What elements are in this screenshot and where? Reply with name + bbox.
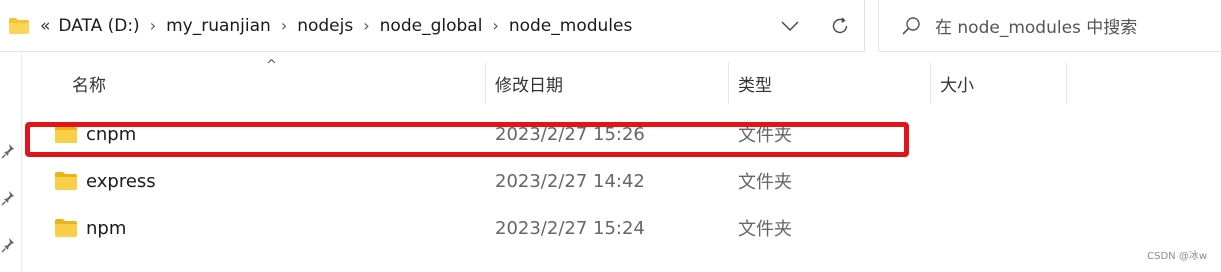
search-icon [901, 16, 921, 36]
file-row[interactable]: express 2023/2/27 14:42 文件夹 [22, 158, 1072, 204]
column-divider[interactable] [1066, 62, 1067, 104]
address-bar[interactable]: « DATA (D:) › my_ruanjian › nodejs › nod… [0, 0, 865, 52]
column-header-modified[interactable]: 修改日期 [495, 62, 727, 104]
pin-icon[interactable] [0, 142, 18, 160]
column-header-type[interactable]: 类型 [738, 62, 928, 104]
quick-access-rail [0, 52, 22, 272]
overflow-chevron-icon[interactable]: « [40, 16, 50, 36]
breadcrumb-separator[interactable]: › [363, 16, 369, 35]
folder-icon [55, 172, 77, 190]
breadcrumb-item-node-global[interactable]: node_global [380, 16, 483, 36]
pin-icon[interactable] [0, 236, 18, 254]
file-modified-date: 2023/2/27 14:42 [495, 170, 645, 192]
column-divider[interactable] [485, 62, 486, 104]
column-header-name[interactable]: 名称 [72, 62, 484, 104]
file-name-cell[interactable]: npm [54, 205, 126, 251]
column-divider[interactable] [930, 62, 931, 104]
breadcrumb-item-drive[interactable]: DATA (D:) [58, 16, 139, 36]
folder-icon [55, 219, 77, 237]
search-box[interactable]: 在 node_modules 中搜索 [878, 0, 1221, 52]
column-divider[interactable] [728, 62, 729, 104]
refresh-icon[interactable] [826, 12, 854, 40]
file-name: npm [86, 217, 127, 239]
folder-icon [8, 17, 30, 35]
column-header-size[interactable]: 大小 [940, 62, 1065, 104]
breadcrumb-item-node-modules[interactable]: node_modules [509, 16, 633, 36]
file-name-cell[interactable]: express [54, 158, 156, 204]
file-type: 文件夹 [738, 219, 792, 240]
file-explorer-window: « DATA (D:) › my_ruanjian › nodejs › nod… [0, 0, 1221, 272]
breadcrumb-separator[interactable]: › [150, 16, 156, 35]
breadcrumb-separator[interactable]: › [281, 16, 287, 35]
search-input[interactable]: 在 node_modules 中搜索 [935, 13, 1137, 38]
pin-icon[interactable] [0, 189, 18, 207]
breadcrumb-item-nodejs[interactable]: nodejs [297, 16, 353, 36]
breadcrumb-separator[interactable]: › [492, 16, 498, 35]
breadcrumb-item-my-ruanjian[interactable]: my_ruanjian [166, 16, 271, 36]
dropdown-chevron-icon[interactable] [775, 13, 805, 39]
file-modified-date: 2023/2/27 15:24 [495, 217, 645, 239]
file-type: 文件夹 [738, 172, 792, 193]
file-name: express [86, 170, 156, 192]
watermark: CSDN @冰w [1147, 251, 1207, 262]
highlight-annotation [25, 122, 909, 157]
file-row[interactable]: npm 2023/2/27 15:24 文件夹 [22, 205, 1072, 251]
column-header-row: ^ 名称 修改日期 类型 大小 [22, 58, 1072, 104]
